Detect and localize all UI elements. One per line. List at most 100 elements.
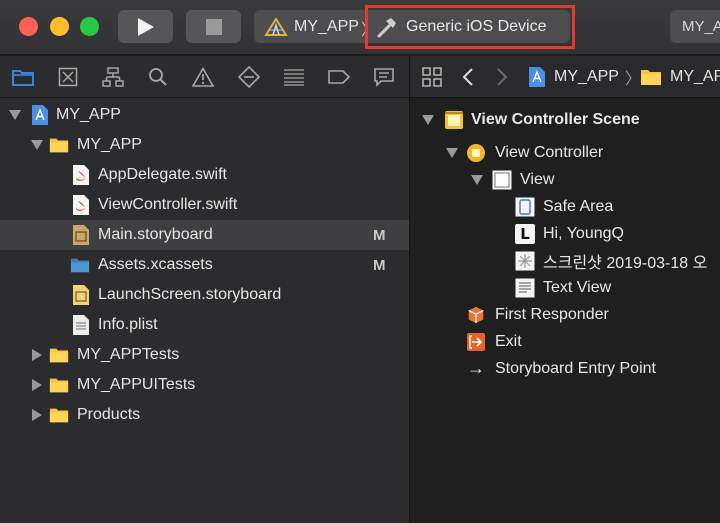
storyboard-icon	[71, 284, 91, 306]
related-items-icon[interactable]	[422, 56, 442, 98]
zoom-window-button[interactable]	[80, 17, 99, 36]
folder-icon[interactable]	[12, 66, 34, 88]
swift-file-icon	[71, 194, 91, 216]
outline-row-entry-point[interactable]: → Storyboard Entry Point	[410, 355, 720, 382]
outline-row-scene[interactable]: View Controller Scene	[410, 106, 720, 133]
outline-row-image-view[interactable]: 스크린샷 2019-03-18 오	[410, 247, 720, 274]
modified-badge: M	[373, 226, 386, 244]
app-target-icon	[264, 16, 288, 36]
tree-item-label: ViewController.swift	[98, 196, 238, 213]
outline-item-label: Hi, YoungQ	[543, 224, 624, 242]
tree-item-label: Products	[77, 406, 141, 423]
folder-icon	[49, 134, 69, 156]
plist-icon	[71, 314, 91, 336]
label-icon: L	[515, 223, 535, 244]
source-control-icon[interactable]	[57, 66, 79, 88]
tree-item-label: Main.storyboard	[98, 226, 213, 243]
outline-item-label: Exit	[495, 332, 522, 350]
jump-bar-folder-label: MY_AP	[670, 68, 720, 85]
outline-row-view[interactable]: View	[410, 166, 720, 193]
tree-row-file[interactable]: AppDelegate.swift	[0, 160, 409, 190]
activity-view: MY_A	[670, 10, 720, 43]
disclosure-triangle-collapsed-icon[interactable]	[31, 349, 43, 361]
swift-file-icon	[71, 164, 91, 186]
tree-row-folder[interactable]: Products	[0, 400, 409, 430]
tree-row-file[interactable]: ViewController.swift	[0, 190, 409, 220]
storyboard-icon	[71, 224, 91, 246]
outline-row-exit[interactable]: Exit	[410, 328, 720, 355]
report-icon[interactable]	[373, 66, 395, 88]
jump-bar-separator: 〉	[625, 71, 642, 88]
disclosure-triangle-collapsed-icon[interactable]	[31, 409, 43, 421]
project-icon	[529, 67, 545, 87]
debug-icon[interactable]	[283, 66, 305, 88]
device-label: Generic iOS Device	[406, 17, 547, 35]
folder-icon	[49, 344, 69, 366]
device-selector[interactable]: Generic iOS Device	[376, 10, 547, 43]
outline-item-label: Safe Area	[543, 197, 614, 215]
scene-icon	[444, 110, 464, 130]
tree-row-folder[interactable]: MY_APPUITests	[0, 370, 409, 400]
disclosure-triangle-icon[interactable]	[471, 174, 483, 186]
text-view-icon	[515, 278, 535, 298]
tree-row-project[interactable]: MY_APP	[0, 100, 409, 130]
project-icon	[30, 104, 50, 126]
tree-row-file-selected[interactable]: Main.storyboard M	[0, 220, 409, 250]
test-icon[interactable]	[238, 66, 260, 88]
jump-bar-project-label: MY_APP	[554, 68, 619, 85]
tree-row-folder[interactable]: MY_APPTests	[0, 340, 409, 370]
modified-badge: M	[373, 256, 386, 274]
label-icon-glyph: L	[515, 223, 535, 244]
outline-item-label: View Controller Scene	[471, 110, 640, 128]
outline-row-safe-area[interactable]: Safe Area	[410, 193, 720, 220]
outline-row-text-view[interactable]: Text View	[410, 274, 720, 301]
search-icon[interactable]	[147, 66, 169, 88]
outline-row-first-responder[interactable]: First Responder	[410, 301, 720, 328]
outline-row-label[interactable]: L Hi, YoungQ	[410, 220, 720, 247]
breakpoint-icon[interactable]	[328, 66, 350, 88]
document-outline: MY_APP 〉 MY_AP View Controller Scene Vie…	[410, 56, 720, 523]
tree-row-folder[interactable]: MY_APP	[0, 130, 409, 160]
back-chevron-icon[interactable]	[462, 56, 474, 98]
disclosure-triangle-icon[interactable]	[446, 147, 458, 159]
tree-item-label: MY_APPTests	[77, 346, 180, 363]
tree-item-label: MY_APPUITests	[77, 376, 196, 393]
tree-row-file[interactable]: Info.plist	[0, 310, 409, 340]
tree-item-label: MY_APP	[77, 136, 142, 153]
disclosure-triangle-collapsed-icon[interactable]	[31, 379, 43, 391]
tree-item-label: AppDelegate.swift	[98, 166, 227, 183]
view-controller-icon	[466, 143, 486, 163]
tree-row-file[interactable]: Assets.xcassets M	[0, 250, 409, 280]
outline-row-view-controller[interactable]: View Controller	[410, 139, 720, 166]
tree-row-file[interactable]: LaunchScreen.storyboard	[0, 280, 409, 310]
warning-icon[interactable]	[192, 66, 214, 88]
tree-item-label: Assets.xcassets	[98, 256, 213, 273]
navigator-tab-bar	[0, 56, 409, 98]
close-window-button[interactable]	[19, 17, 38, 36]
first-responder-icon	[466, 305, 486, 325]
exit-icon	[466, 332, 486, 352]
outline-item-label: 스크린샷 2019-03-18 오	[543, 254, 708, 272]
folder-icon	[49, 404, 69, 426]
hierarchy-icon[interactable]	[102, 66, 124, 88]
scheme-target[interactable]: MY_APP	[264, 10, 359, 43]
stop-button[interactable]	[186, 10, 241, 43]
outline-item-label: Storyboard Entry Point	[495, 359, 656, 377]
view-icon	[492, 170, 512, 190]
tree-item-label: MY_APP	[56, 106, 121, 123]
jump-bar-folder[interactable]: MY_AP	[640, 56, 720, 98]
outline-item-label: View	[520, 170, 555, 188]
disclosure-triangle-icon[interactable]	[31, 139, 43, 151]
jump-bar-project[interactable]: MY_APP	[528, 56, 619, 98]
disclosure-triangle-icon[interactable]	[9, 109, 21, 121]
disclosure-triangle-icon[interactable]	[422, 114, 434, 126]
forward-chevron-icon[interactable]	[496, 56, 508, 98]
outline-item-label: Text View	[543, 278, 612, 296]
folder-icon	[641, 70, 661, 85]
asset-catalog-icon	[70, 254, 90, 276]
tree-item-label: LaunchScreen.storyboard	[98, 286, 282, 303]
tree-item-label: Info.plist	[98, 316, 158, 333]
run-button[interactable]	[118, 10, 173, 43]
safe-area-icon	[515, 197, 535, 217]
minimize-window-button[interactable]	[50, 17, 69, 36]
